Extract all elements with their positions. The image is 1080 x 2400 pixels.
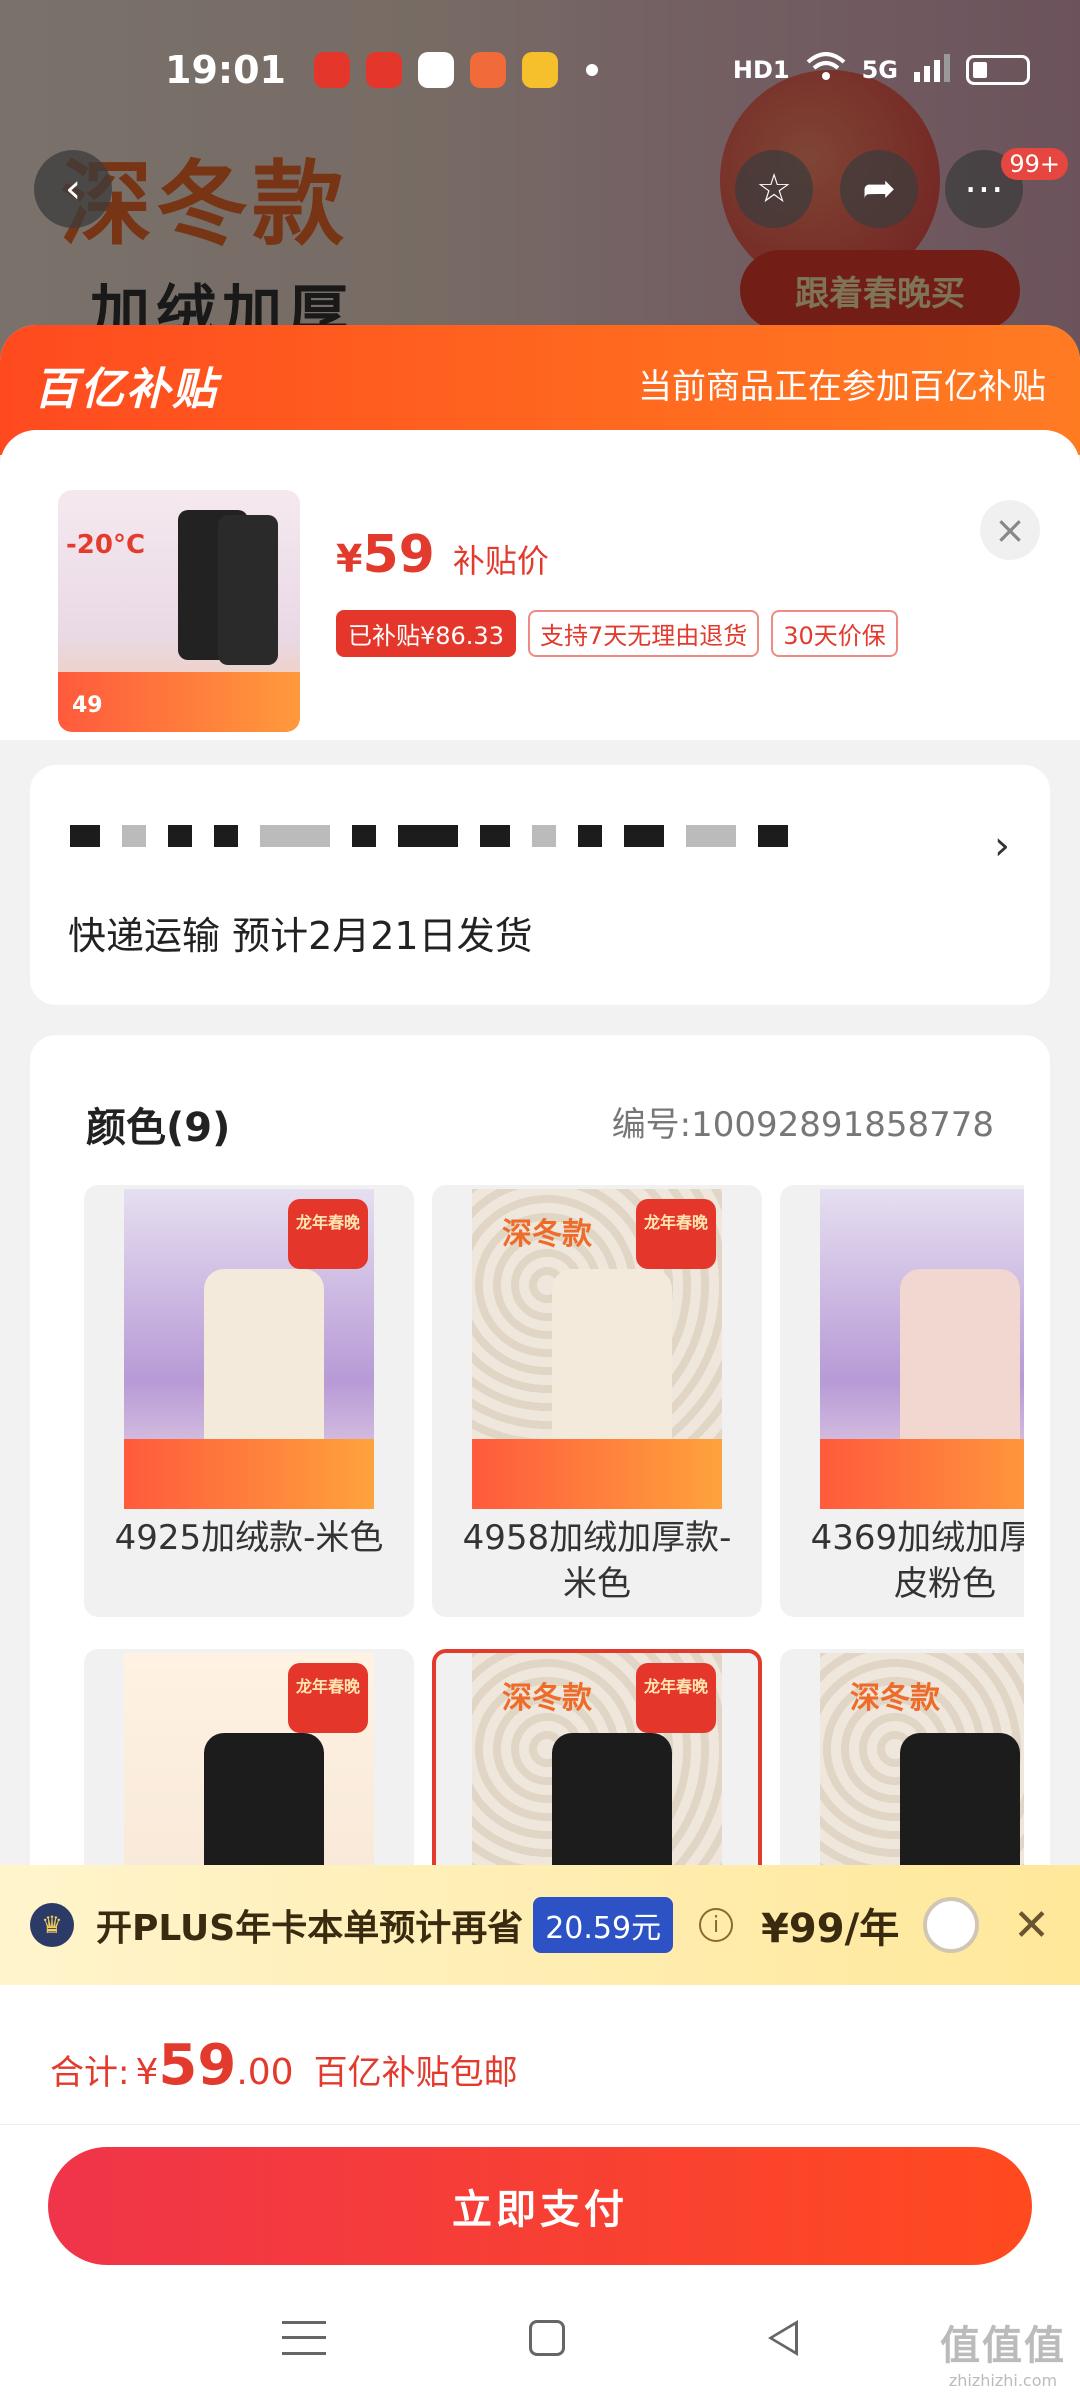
info-icon[interactable]: i [699, 1908, 734, 1942]
thumb-pants-right [218, 515, 278, 665]
pay-now-button[interactable]: 立即支付 [48, 2147, 1032, 2265]
share-icon[interactable]: ➦ [840, 150, 918, 228]
shipping-note: 百亿补贴包邮 [313, 2053, 518, 2093]
color-selector: 颜色(9) 编号:10092891858778 龙年春晚 4925加绒款-米色 … [30, 1035, 1050, 1935]
price-currency: ¥ [336, 537, 363, 581]
status-bar: 19:01 HD1 5G [0, 0, 1080, 140]
notes-notification-icon [521, 52, 558, 88]
color-option-label: 4925加绒款-米色 [114, 1518, 384, 1558]
color-title: 颜色(9) [86, 1105, 231, 1151]
app-notification-icon [313, 52, 350, 88]
promo-bar [820, 1439, 1024, 1509]
signal-icon [914, 52, 950, 88]
winter-label: 深冬款 [502, 1681, 592, 1716]
battery-icon [966, 55, 1030, 85]
plus-promo-text: 开PLUS年卡本单预计再省 [96, 1908, 524, 1949]
order-total: 合计: ¥ 59 .00 百亿补贴包邮 [0, 1985, 1080, 2125]
product-thumbnail[interactable]: -20°C 49 [58, 490, 300, 732]
network-label: 5G [861, 56, 898, 84]
crown-icon: ♛ [30, 1903, 74, 1947]
back-triangle-icon[interactable] [768, 2319, 799, 2356]
app-notification-icon [365, 52, 402, 88]
watermark-url: zhizhizhi.com [948, 2371, 1058, 2390]
home-icon[interactable] [528, 2319, 565, 2356]
hd-icon: HD1 [732, 56, 790, 84]
watermark: 值值值 zhizhizhi.com [940, 2313, 1066, 2390]
favorite-star-icon[interactable]: ☆ [735, 150, 813, 228]
purchase-sheet: 百亿补贴 当前商品正在参加百亿补贴 -20°C 49 ¥ 59 补贴价 已补贴¥… [0, 325, 1080, 2400]
promo-bar [472, 1439, 722, 1509]
dragon-badge: 龙年春晚 [636, 1199, 716, 1269]
dragon-badge: 龙年春晚 [636, 1663, 716, 1733]
more-notifications-dot [585, 64, 598, 76]
app-notification-icon [417, 52, 454, 88]
plus-saving-amount: 20.59元 [533, 1897, 674, 1953]
status-indicators: HD1 5G [733, 52, 1030, 88]
promo-bar [124, 1439, 374, 1509]
game-notification-icon [469, 52, 506, 88]
plus-price: ¥99/年 [761, 1906, 900, 1952]
winter-label: 深冬款 [850, 1681, 940, 1716]
total-currency: ¥ [135, 2052, 159, 2093]
plus-select-radio[interactable] [923, 1897, 980, 1953]
color-option-image: 龙年春晚 [124, 1189, 374, 1509]
return-policy-tag: 支持7天无理由退货 [527, 610, 760, 657]
product-tags: 已补贴¥86.33 支持7天无理由退货 30天价保 [336, 610, 898, 657]
chevron-right-icon: › [994, 823, 1010, 869]
price-protect-tag: 30天价保 [771, 610, 898, 657]
color-option[interactable]: 深冬款 龙年春晚 4958加绒加厚款-米色 [432, 1185, 762, 1617]
color-option[interactable]: 龙年春晚 4925加绒款-米色 [84, 1185, 414, 1617]
total-decimal: .00 [236, 2052, 294, 2093]
subsidy-note: 当前商品正在参加百亿补贴 [638, 367, 1046, 407]
wifi-icon [806, 52, 846, 88]
back-button[interactable]: ‹ [34, 150, 112, 228]
color-option-label: 4958加绒加厚款-米色 [462, 1518, 732, 1604]
price-value: 59 [362, 525, 435, 585]
color-option[interactable]: 4369加绒加厚款-皮粉色 [780, 1185, 1024, 1617]
close-icon[interactable]: × [980, 500, 1040, 560]
close-icon[interactable]: ✕ [1013, 1900, 1050, 1951]
plus-membership-bar[interactable]: ♛ 开PLUS年卡本单预计再省 20.59元 i ¥99/年 ✕ [0, 1865, 1080, 1985]
status-time: 19:01 [165, 48, 286, 92]
subsidy-amount-tag: 已补贴¥86.33 [336, 610, 516, 657]
total-label: 合计: [50, 2053, 130, 2093]
dragon-badge: 龙年春晚 [288, 1663, 368, 1733]
color-grid: 龙年春晚 4925加绒款-米色 深冬款 龙年春晚 4958加绒加厚款-米色 43… [84, 1185, 1024, 1935]
product-summary: -20°C 49 ¥ 59 补贴价 已补贴¥86.33 支持7天无理由退货 30… [0, 430, 1080, 740]
recent-apps-icon[interactable] [281, 2320, 326, 2355]
product-code: 编号:10092891858778 [611, 1105, 994, 1145]
winter-label: 深冬款 [502, 1217, 592, 1252]
thumb-price: 49 [72, 693, 103, 718]
dragon-badge: 龙年春晚 [288, 1199, 368, 1269]
price-row: ¥ 59 补贴价 [336, 525, 549, 585]
system-nav-bar [0, 2275, 1080, 2400]
address-selector[interactable]: › 快递运输 预计2月21日发货 [30, 765, 1050, 1005]
cart-count-badge: 99+ [1001, 148, 1068, 180]
shipping-estimate: 快递运输 预计2月21日发货 [68, 914, 533, 958]
color-option-label: 4369加绒加厚款-皮粉色 [810, 1518, 1024, 1604]
watermark-logo: 值值值 [940, 2323, 1066, 2369]
subsidy-logo: 百亿补贴 [34, 364, 218, 415]
total-integer: 59 [158, 2033, 237, 2098]
address-redacted [70, 825, 788, 847]
color-option-image: 深冬款 龙年春晚 [472, 1189, 722, 1509]
thumb-temperature: -20°C [66, 530, 146, 560]
price-label: 补贴价 [452, 542, 549, 580]
color-option-image [820, 1189, 1024, 1509]
